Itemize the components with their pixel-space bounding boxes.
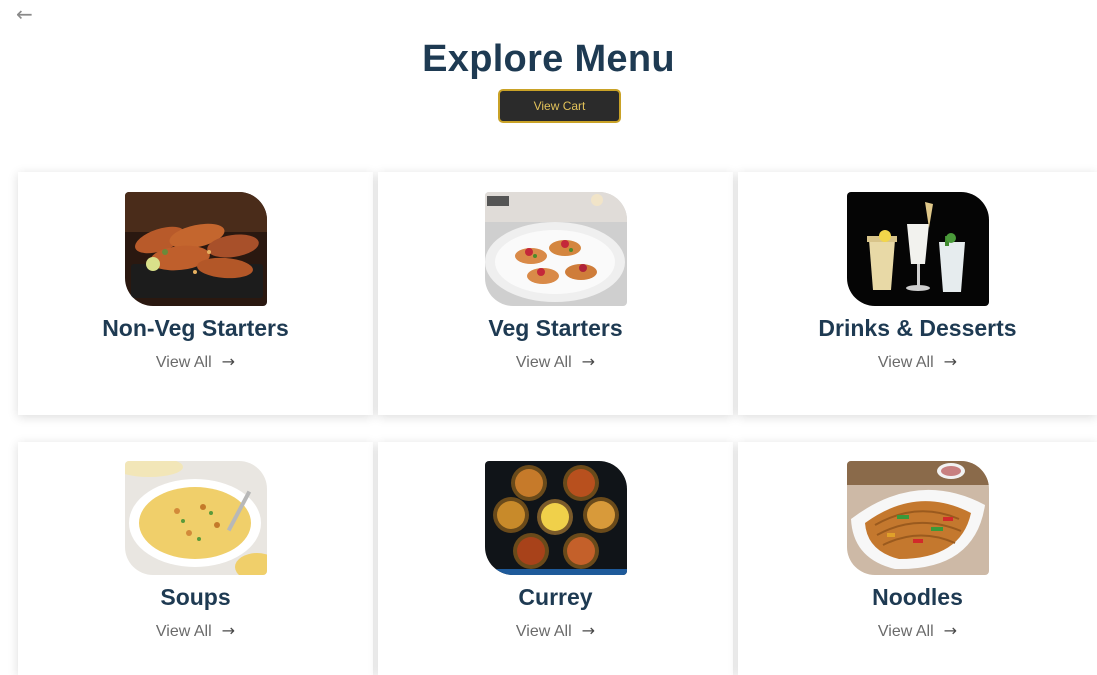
arrow-right-icon: →: [943, 352, 958, 371]
arrow-right-icon: →: [581, 621, 596, 640]
category-card-noodles[interactable]: Noodles View All →: [738, 442, 1097, 675]
arrow-right-icon: →: [943, 621, 958, 640]
category-title: Noodles: [872, 584, 963, 610]
category-title: Currey: [518, 584, 593, 610]
page-title: Explore Menu: [422, 38, 675, 80]
grilled-chicken-image: [124, 192, 267, 306]
back-arrow-icon[interactable]: ←: [16, 4, 33, 24]
view-all-link[interactable]: View All →: [738, 621, 1097, 641]
arrow-right-icon: →: [221, 352, 236, 371]
view-all-link[interactable]: View All →: [18, 352, 373, 372]
bruschetta-plate-image: [484, 192, 627, 306]
category-title: Non-Veg Starters: [102, 315, 289, 341]
arrow-right-icon: →: [221, 621, 236, 640]
category-title: Soups: [160, 584, 231, 610]
category-card-currey[interactable]: Currey View All →: [378, 442, 733, 675]
category-title: Veg Starters: [488, 315, 623, 341]
category-card-drinks-desserts[interactable]: Drinks & Desserts View All →: [738, 172, 1097, 415]
view-all-label: View All: [155, 354, 212, 371]
view-all-label: View All: [515, 623, 572, 640]
view-all-label: View All: [515, 354, 572, 371]
view-all-link[interactable]: View All →: [18, 621, 373, 641]
view-all-label: View All: [877, 354, 934, 371]
view-all-label: View All: [155, 623, 212, 640]
view-all-label: View All: [877, 623, 934, 640]
soup-bowl-image: [124, 461, 267, 575]
view-all-link[interactable]: View All →: [378, 621, 733, 641]
category-card-soups[interactable]: Soups View All →: [18, 442, 373, 675]
category-title: Drinks & Desserts: [818, 315, 1017, 341]
arrow-right-icon: →: [581, 352, 596, 371]
view-all-link[interactable]: View All →: [738, 352, 1097, 372]
curry-bowls-image: [484, 461, 627, 575]
category-card-veg-starters[interactable]: Veg Starters View All →: [378, 172, 733, 415]
drinks-glasses-image: [846, 192, 989, 306]
category-card-non-veg-starters[interactable]: Non-Veg Starters View All →: [18, 172, 373, 415]
view-all-link[interactable]: View All →: [378, 352, 733, 372]
view-cart-button[interactable]: View Cart: [498, 89, 621, 123]
noodles-bowl-image: [846, 461, 989, 575]
